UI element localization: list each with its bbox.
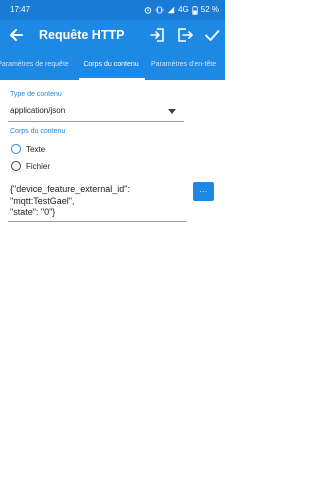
radio-text-label[interactable]: Texte bbox=[26, 145, 45, 154]
back-arrow-icon[interactable] bbox=[6, 25, 26, 45]
vibrate-icon bbox=[155, 6, 164, 14]
body-line-3: "state": "0"} bbox=[10, 207, 56, 217]
dropdown-arrow-icon[interactable] bbox=[168, 109, 176, 114]
tab-request-params[interactable]: Paramètres de requête bbox=[0, 50, 74, 80]
signal-icon bbox=[167, 6, 175, 14]
more-options-button[interactable]: ... bbox=[193, 182, 214, 201]
content-type-select[interactable]: application/json bbox=[10, 106, 65, 115]
content-body-label: Corps du contenu bbox=[10, 128, 66, 135]
radio-file[interactable] bbox=[11, 161, 21, 171]
body-line-1: {"device_feature_external_id": bbox=[10, 184, 130, 194]
radio-file-label[interactable]: Fichier bbox=[26, 162, 50, 171]
tab-content-body[interactable]: Corps du contenu bbox=[76, 50, 146, 80]
content-body-input[interactable]: {"device_feature_external_id": "mqtt:Tes… bbox=[10, 184, 185, 219]
content-type-label: Type de contenu bbox=[10, 91, 62, 98]
radio-text[interactable] bbox=[11, 144, 21, 154]
body-input-underline bbox=[8, 221, 186, 222]
status-time: 17:47 bbox=[10, 5, 31, 14]
app-bar: Requête HTTP bbox=[0, 20, 225, 50]
page-title: Requête HTTP bbox=[39, 28, 125, 42]
import-icon[interactable] bbox=[149, 26, 167, 44]
status-icons: 4G 52 % bbox=[144, 0, 219, 20]
tab-header-params[interactable]: Paramètres d'en-tête bbox=[151, 50, 225, 80]
status-bar: 17:47 4G 52 % bbox=[0, 0, 225, 20]
tab-bar: Paramètres de requête Corps du contenu P… bbox=[0, 50, 225, 80]
network-type: 4G bbox=[178, 5, 189, 14]
selected-tab-indicator bbox=[79, 78, 145, 80]
alarm-icon bbox=[144, 7, 152, 14]
export-icon[interactable] bbox=[176, 26, 194, 44]
battery-icon bbox=[192, 5, 198, 15]
check-icon[interactable] bbox=[203, 26, 221, 44]
battery-level: 52 % bbox=[200, 5, 219, 14]
body-line-2: "mqtt:TestGael", bbox=[10, 195, 75, 206]
select-underline bbox=[8, 121, 184, 122]
